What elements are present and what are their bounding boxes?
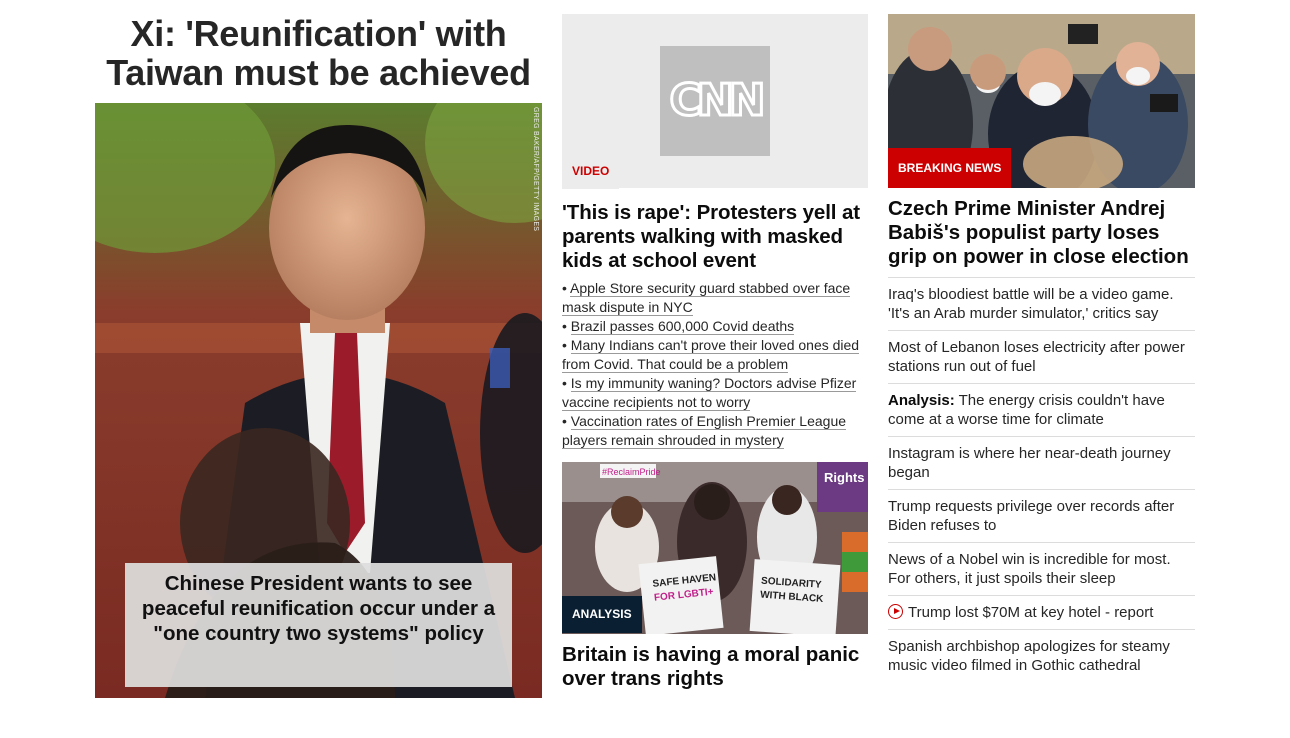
list-item: • Vaccination rates of English Premier L…	[562, 413, 847, 449]
related-links: • Apple Store security guard stabbed ove…	[562, 279, 868, 450]
cnn-logo-icon: CNN	[660, 46, 770, 156]
list-item: • Apple Store security guard stabbed ove…	[562, 280, 851, 316]
lead-image[interactable]: GREG BAKER/AFP/GETTY IMAGES Chinese Pres…	[95, 103, 542, 698]
lead-caption[interactable]: Chinese President wants to see peaceful …	[125, 563, 512, 687]
image-credit: GREG BAKER/AFP/GETTY IMAGES	[532, 107, 539, 232]
list-item[interactable]: News of a Nobel win is incredible for mo…	[888, 543, 1195, 596]
related-link[interactable]: Is my immunity waning? Doctors advise Pf…	[562, 375, 857, 411]
story-link[interactable]: Spanish archbishop apologizes for steamy…	[888, 638, 1170, 674]
related-link[interactable]: Many Indians can't prove their loved one…	[562, 337, 860, 373]
analysis-headline[interactable]: Britain is having a moral panic over tra…	[562, 643, 868, 691]
right-column: BREAKING NEWS Czech Prime Minister Andre…	[888, 14, 1195, 682]
story-link[interactable]: Iraq's bloodiest battle will be a video …	[888, 286, 1174, 322]
list-item[interactable]: Instagram is where her near-death journe…	[888, 437, 1195, 490]
sign-rights-now: Rights Now	[824, 470, 868, 485]
story-link[interactable]: Trump lost $70M at key hotel - report	[908, 604, 1153, 621]
related-link[interactable]: Vaccination rates of English Premier Lea…	[562, 413, 847, 449]
list-item: • Is my immunity waning? Doctors advise …	[562, 375, 857, 411]
list-item[interactable]: Analysis: The energy crisis couldn't hav…	[888, 384, 1195, 437]
headline-list: Iraq's bloodiest battle will be a video …	[888, 278, 1195, 682]
video-headline[interactable]: 'This is rape': Protesters yell at paren…	[562, 201, 868, 273]
related-link[interactable]: Apple Store security guard stabbed over …	[562, 280, 851, 316]
sign-reclaim-pride: #ReclaimPride	[602, 467, 661, 477]
analysis-image[interactable]: Rights Now #ReclaimPride SAFE HAVEN FOR …	[562, 462, 868, 634]
breaking-image[interactable]: BREAKING NEWS	[888, 14, 1195, 188]
lead-headline[interactable]: Xi: 'Reunification' with Taiwan must be …	[95, 14, 542, 92]
list-item[interactable]: Trump requests privilege over records af…	[888, 490, 1195, 543]
analysis-tag: ANALYSIS	[562, 596, 642, 633]
list-item[interactable]: Iraq's bloodiest battle will be a video …	[888, 278, 1195, 331]
cnn-logo-text: CNN	[668, 74, 767, 128]
story-link[interactable]: Instagram is where her near-death journe…	[888, 445, 1171, 481]
lead-story: Xi: 'Reunification' with Taiwan must be …	[95, 14, 542, 698]
breaking-headline[interactable]: Czech Prime Minister Andrej Babiš's popu…	[888, 197, 1195, 278]
list-item[interactable]: Trump lost $70M at key hotel - report	[888, 596, 1195, 630]
story-link[interactable]: News of a Nobel win is incredible for mo…	[888, 551, 1171, 587]
list-item: • Many Indians can't prove their loved o…	[562, 337, 860, 373]
breaking-news-tag: BREAKING NEWS	[888, 148, 1012, 188]
play-icon	[888, 604, 903, 619]
video-thumbnail[interactable]: CNN VIDEO	[562, 14, 868, 189]
story-link[interactable]: Most of Lebanon loses electricity after …	[888, 339, 1185, 375]
center-column: CNN VIDEO 'This is rape': Protesters yel…	[562, 14, 868, 691]
related-link[interactable]: Brazil passes 600,000 Covid deaths	[570, 318, 795, 335]
story-link[interactable]: Trump requests privilege over records af…	[888, 498, 1174, 534]
story-prefix: Analysis:	[888, 392, 955, 409]
list-item: • Brazil passes 600,000 Covid deaths	[562, 318, 795, 335]
list-item[interactable]: Most of Lebanon loses electricity after …	[888, 331, 1195, 384]
list-item[interactable]: Spanish archbishop apologizes for steamy…	[888, 630, 1195, 682]
video-tag: VIDEO	[562, 153, 620, 189]
